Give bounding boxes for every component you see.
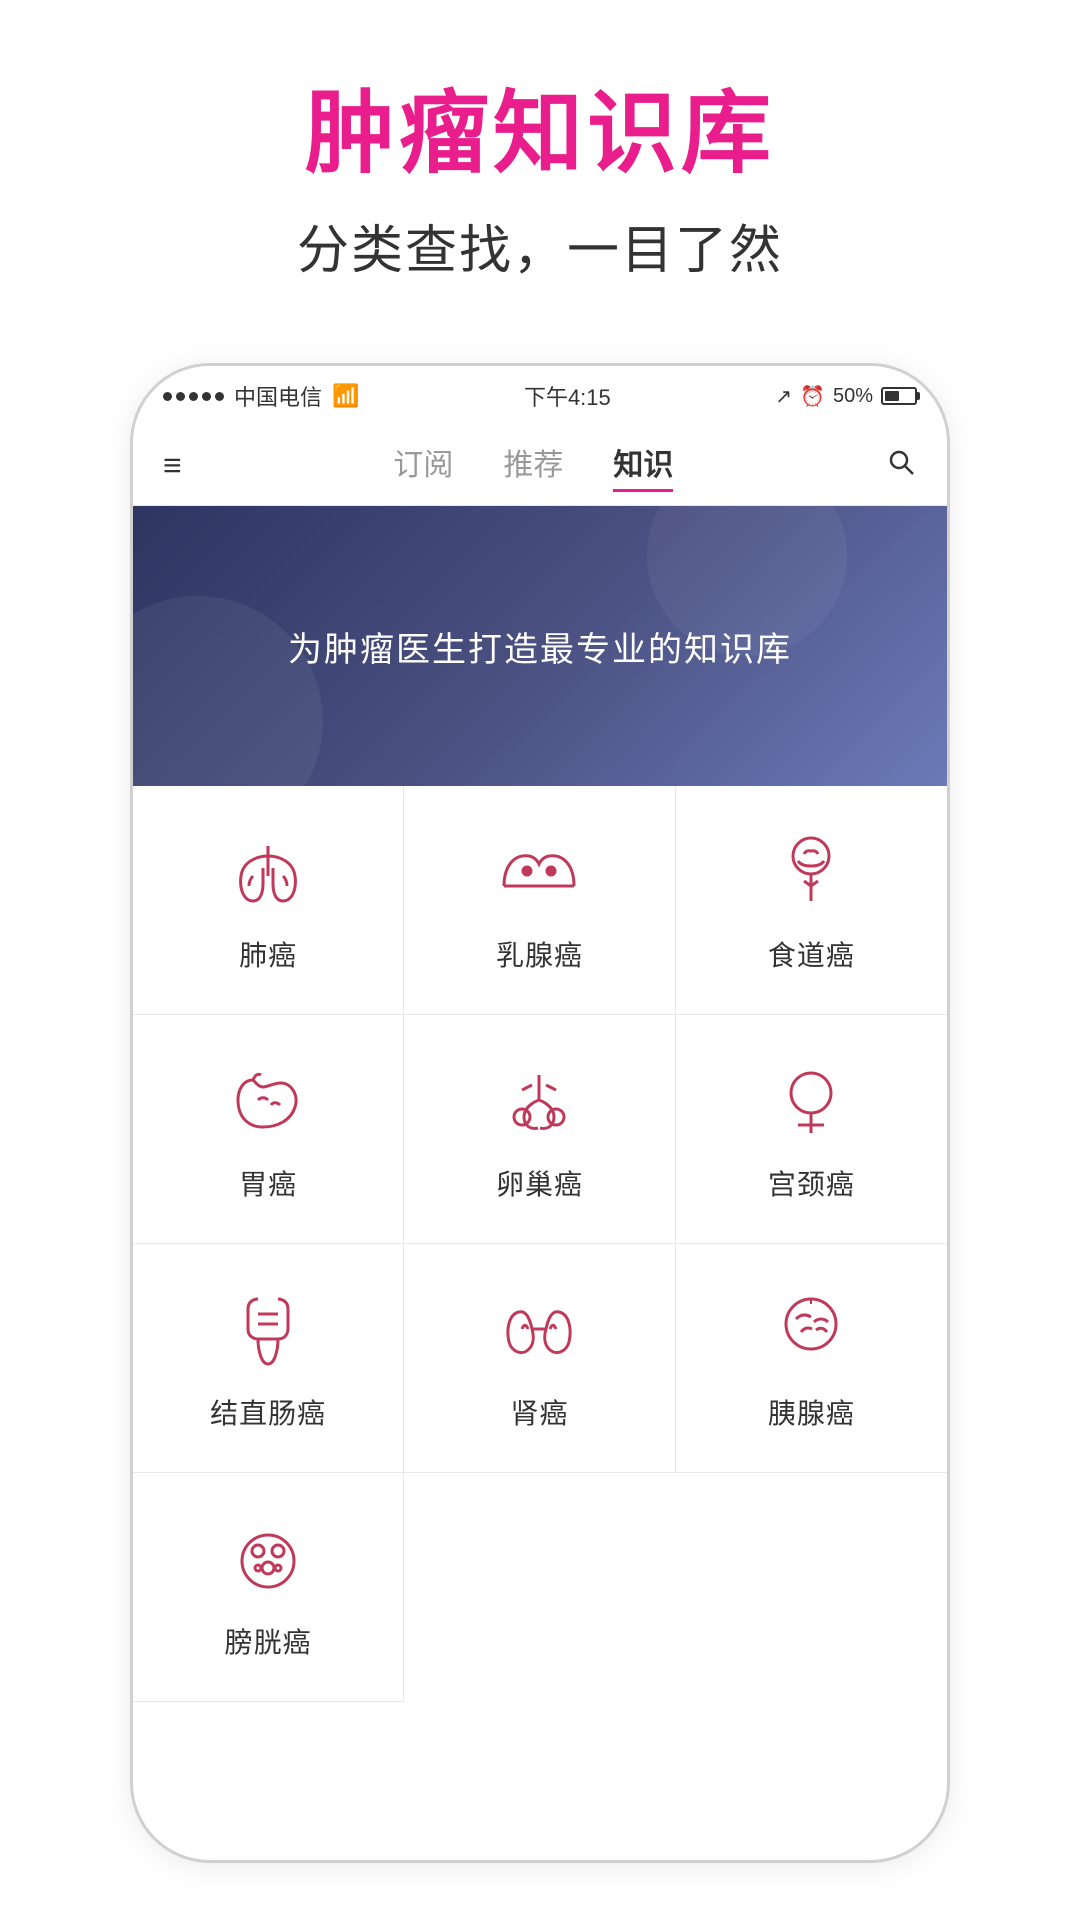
page-title: 肿瘤知识库 xyxy=(0,80,1080,188)
grid-cell-bladder[interactable]: 膀胱癌 xyxy=(133,1473,404,1702)
nav-bar: ≡ 订阅 推荐 知识 xyxy=(133,426,947,506)
stomach-label: 胃癌 xyxy=(239,1163,297,1203)
grid-cell-esophagus[interactable]: 食道癌 xyxy=(676,786,947,1015)
lung-label: 肺癌 xyxy=(239,934,297,974)
status-left: 中国电信 📶 xyxy=(163,380,359,412)
signal-dots xyxy=(163,392,224,401)
tab-knowledge[interactable]: 知识 xyxy=(613,440,673,492)
battery-text: 50% xyxy=(833,385,873,408)
search-button[interactable] xyxy=(885,446,917,486)
cancer-grid: 肺癌 乳腺癌 食道癌 xyxy=(133,786,947,1702)
pancreas-label: 胰腺癌 xyxy=(768,1392,855,1432)
tab-subscribe[interactable]: 订阅 xyxy=(393,440,453,492)
battery-icon xyxy=(881,387,917,405)
grid-cell-kidney[interactable]: 肾癌 xyxy=(404,1244,675,1473)
grid-cell-lung[interactable]: 肺癌 xyxy=(133,786,404,1015)
grid-cell-cervix[interactable]: 宫颈癌 xyxy=(676,1015,947,1244)
alarm-icon: ⏰ xyxy=(800,384,825,409)
grid-cell-breast[interactable]: 乳腺癌 xyxy=(404,786,675,1015)
tab-recommend[interactable]: 推荐 xyxy=(503,440,563,492)
bladder-label: 膀胱癌 xyxy=(225,1621,312,1661)
banner-text: 为肿瘤医生打造最专业的知识库 xyxy=(288,622,792,671)
carrier-name: 中国电信 xyxy=(234,380,322,412)
cervix-label: 宫颈癌 xyxy=(768,1163,855,1203)
grid-cell-stomach[interactable]: 胃癌 xyxy=(133,1015,404,1244)
breast-label: 乳腺癌 xyxy=(496,934,583,974)
battery-fill xyxy=(885,391,899,401)
location-icon: ↗ xyxy=(775,384,792,409)
menu-icon[interactable]: ≡ xyxy=(163,447,182,484)
grid-cell-pancreas[interactable]: 胰腺癌 xyxy=(676,1244,947,1473)
ovary-label: 卵巢癌 xyxy=(496,1163,583,1203)
esophagus-label: 食道癌 xyxy=(768,934,855,974)
grid-cell-colorectal[interactable]: 结直肠癌 xyxy=(133,1244,404,1473)
page-subtitle: 分类查找，一目了然 xyxy=(0,208,1080,283)
grid-cell-ovary[interactable]: 卵巢癌 xyxy=(404,1015,675,1244)
wifi-icon: 📶 xyxy=(332,383,359,409)
status-time: 下午4:15 xyxy=(524,380,611,412)
banner: 为肿瘤医生打造最专业的知识库 xyxy=(133,506,947,786)
nav-tabs: 订阅 推荐 知识 xyxy=(393,440,673,492)
colorectal-label: 结直肠癌 xyxy=(210,1392,326,1432)
status-bar: 中国电信 📶 下午4:15 ↗ ⏰ 50% xyxy=(133,366,947,426)
kidney-label: 肾癌 xyxy=(510,1392,568,1432)
phone-frame: 中国电信 📶 下午4:15 ↗ ⏰ 50% ≡ 订阅 推荐 知识 为肿 xyxy=(130,363,950,1863)
status-right: ↗ ⏰ 50% xyxy=(775,384,917,409)
page-header: 肿瘤知识库 分类查找，一目了然 xyxy=(0,0,1080,323)
